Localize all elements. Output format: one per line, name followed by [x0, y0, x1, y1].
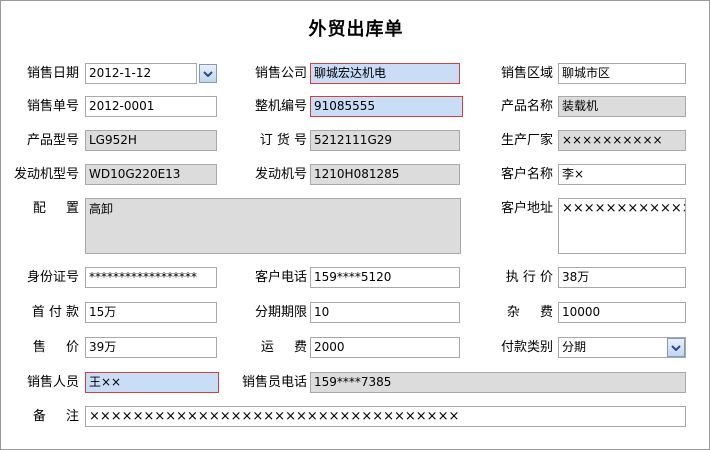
engine-model-field[interactable]: WD10G220E13 [85, 164, 217, 185]
id-no-label: 身份证号 [26, 270, 79, 285]
down-payment-label: 首 付 款 [31, 305, 79, 320]
config-label: 配 置 [32, 201, 79, 216]
misc-fee-label: 杂 费 [506, 305, 553, 320]
product-model-field[interactable]: LG952H [85, 130, 217, 151]
engine-no-field[interactable]: 1210H081285 [310, 164, 460, 185]
customer-name-field[interactable]: 李× [558, 164, 686, 185]
sale-date-label: 销售日期 [26, 66, 79, 81]
product-model-label: 产品型号 [26, 133, 79, 148]
order-no-field[interactable]: 5212111G29 [310, 130, 460, 151]
id-no-field[interactable]: ****************** [85, 267, 217, 288]
salesperson-phone-label: 销售员电话 [241, 375, 307, 390]
customer-phone-label: 客户电话 [254, 270, 307, 285]
payment-type-value: 分期 [562, 338, 662, 357]
misc-fee-field[interactable]: 10000 [558, 302, 686, 323]
chevron-down-icon [203, 70, 213, 77]
salesperson-field[interactable]: 王×× [85, 372, 219, 393]
sale-no-field[interactable]: 2012-0001 [85, 96, 217, 117]
customer-phone-field[interactable]: 159****5120 [310, 267, 460, 288]
product-name-field[interactable]: 装载机 [558, 96, 686, 117]
customer-address-label: 客户地址 [500, 201, 553, 216]
machine-no-field[interactable]: 91085555 [310, 96, 463, 117]
price-label: 售 价 [32, 340, 79, 355]
engine-no-label: 发动机号 [254, 167, 307, 182]
customer-name-label: 客户名称 [500, 167, 553, 182]
sale-date-dropdown-button[interactable] [199, 64, 217, 83]
customer-address-textarea[interactable]: ×××××××××××××××× [558, 198, 686, 254]
machine-no-label: 整机编号 [254, 99, 307, 114]
form-window: 外贸出库单 销售日期 2012-1-12 销售公司 聊城宏达机电 销售区域 聊城… [0, 0, 710, 450]
remarks-label: 备 注 [32, 409, 79, 424]
down-payment-field[interactable]: 15万 [85, 302, 217, 323]
manufacturer-label: 生产厂家 [500, 133, 553, 148]
remarks-field[interactable]: ×××××××××××××××××××××××××××××××××× [85, 406, 686, 427]
sale-no-label: 销售单号 [26, 99, 79, 114]
salesperson-label: 销售人员 [26, 375, 79, 390]
sale-region-label: 销售区域 [500, 66, 553, 81]
sale-date-field[interactable]: 2012-1-12 [85, 63, 197, 84]
form-title: 外贸出库单 [308, 19, 404, 40]
order-no-label: 订 货 号 [259, 133, 307, 148]
sale-company-label: 销售公司 [254, 66, 307, 81]
sale-region-field[interactable]: 聊城市区 [558, 63, 686, 84]
payment-type-dropdown-button[interactable] [667, 338, 685, 357]
freight-label: 运 费 [260, 340, 307, 355]
installments-label: 分期期限 [254, 305, 307, 320]
payment-type-label: 付款类别 [500, 340, 553, 355]
installments-field[interactable]: 10 [310, 302, 460, 323]
config-textarea[interactable]: 高卸 [85, 198, 461, 254]
exec-price-label: 执 行 价 [505, 270, 553, 285]
engine-model-label: 发动机型号 [13, 167, 79, 182]
price-field[interactable]: 39万 [85, 337, 217, 358]
product-name-label: 产品名称 [500, 99, 553, 114]
chevron-down-icon [671, 344, 681, 351]
sale-company-field[interactable]: 聊城宏达机电 [310, 63, 460, 84]
freight-field[interactable]: 2000 [310, 337, 460, 358]
manufacturer-field[interactable]: ×××××××××× [558, 130, 686, 151]
exec-price-field[interactable]: 38万 [558, 267, 686, 288]
salesperson-phone-field[interactable]: 159****7385 [310, 372, 686, 393]
